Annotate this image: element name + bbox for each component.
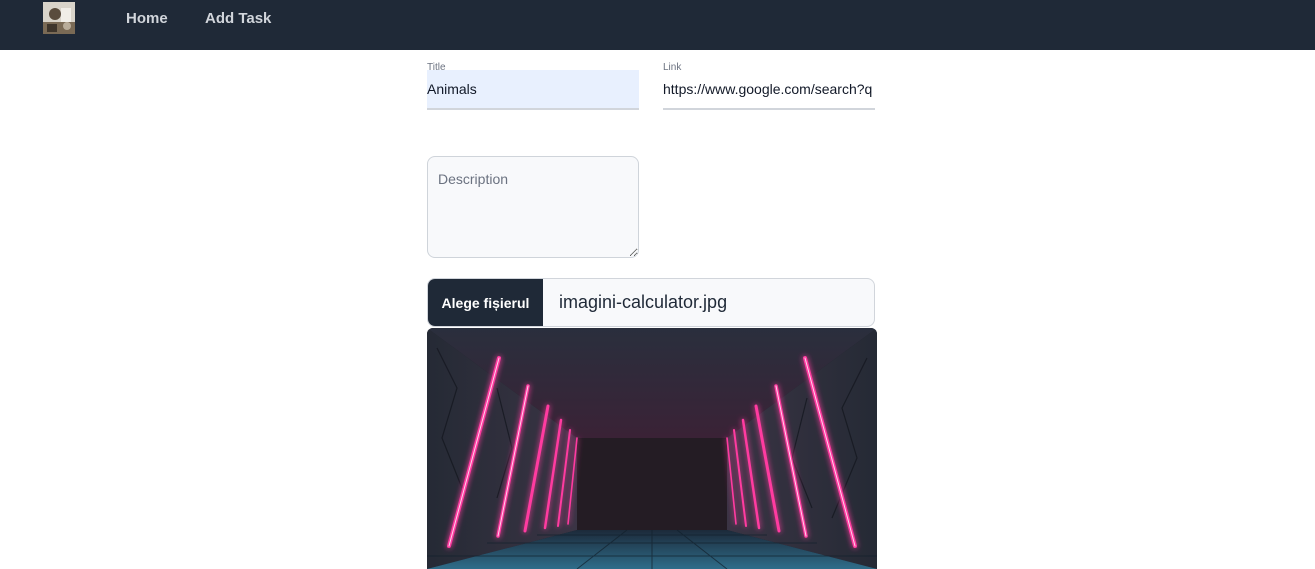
- image-preview: [427, 328, 877, 569]
- link-input[interactable]: [663, 70, 875, 110]
- selected-file-name: imagini-calculator.jpg: [559, 292, 728, 312]
- navbar: Home Add Task: [0, 0, 1315, 50]
- nav-add-task-link[interactable]: Add Task: [205, 10, 271, 27]
- file-input-group[interactable]: Alege fișierul imagini-calculator.jpg: [427, 278, 875, 327]
- avatar-thumbnail-icon: [43, 2, 75, 34]
- neon-corridor-image: [427, 328, 877, 569]
- title-input[interactable]: [427, 70, 639, 110]
- logo-avatar[interactable]: [43, 2, 75, 34]
- nav-home-link[interactable]: Home: [126, 10, 168, 27]
- choose-file-button[interactable]: Alege fișierul: [428, 279, 543, 326]
- description-textarea[interactable]: [427, 156, 639, 258]
